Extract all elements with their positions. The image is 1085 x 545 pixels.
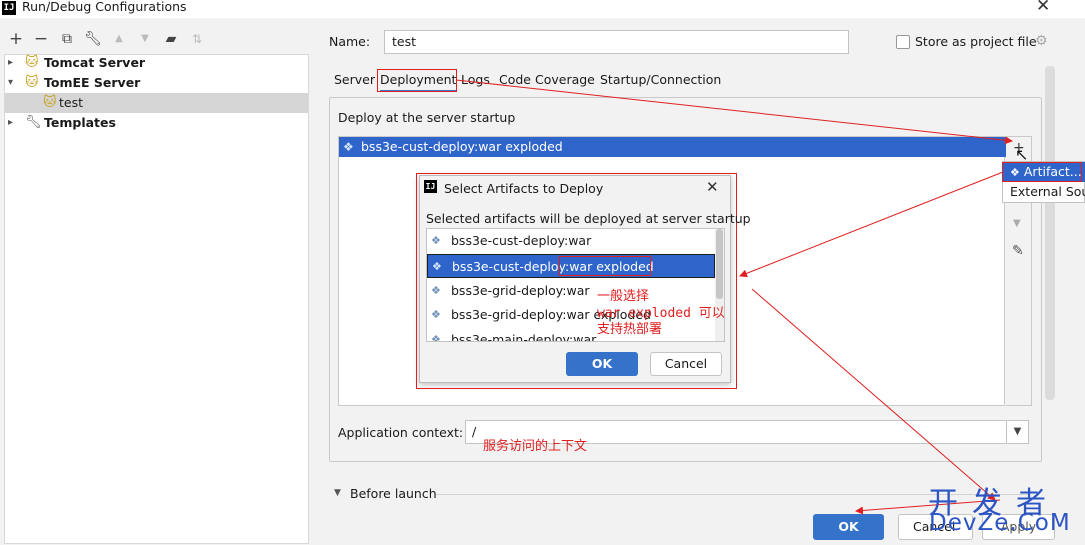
annotation-arrow (455, 79, 1013, 145)
annotation-arrows (455, 79, 1013, 515)
annotation-arrow (739, 171, 1004, 278)
annotation-arrow (751, 288, 996, 501)
watermark: DevZe.CoM (929, 510, 1071, 536)
